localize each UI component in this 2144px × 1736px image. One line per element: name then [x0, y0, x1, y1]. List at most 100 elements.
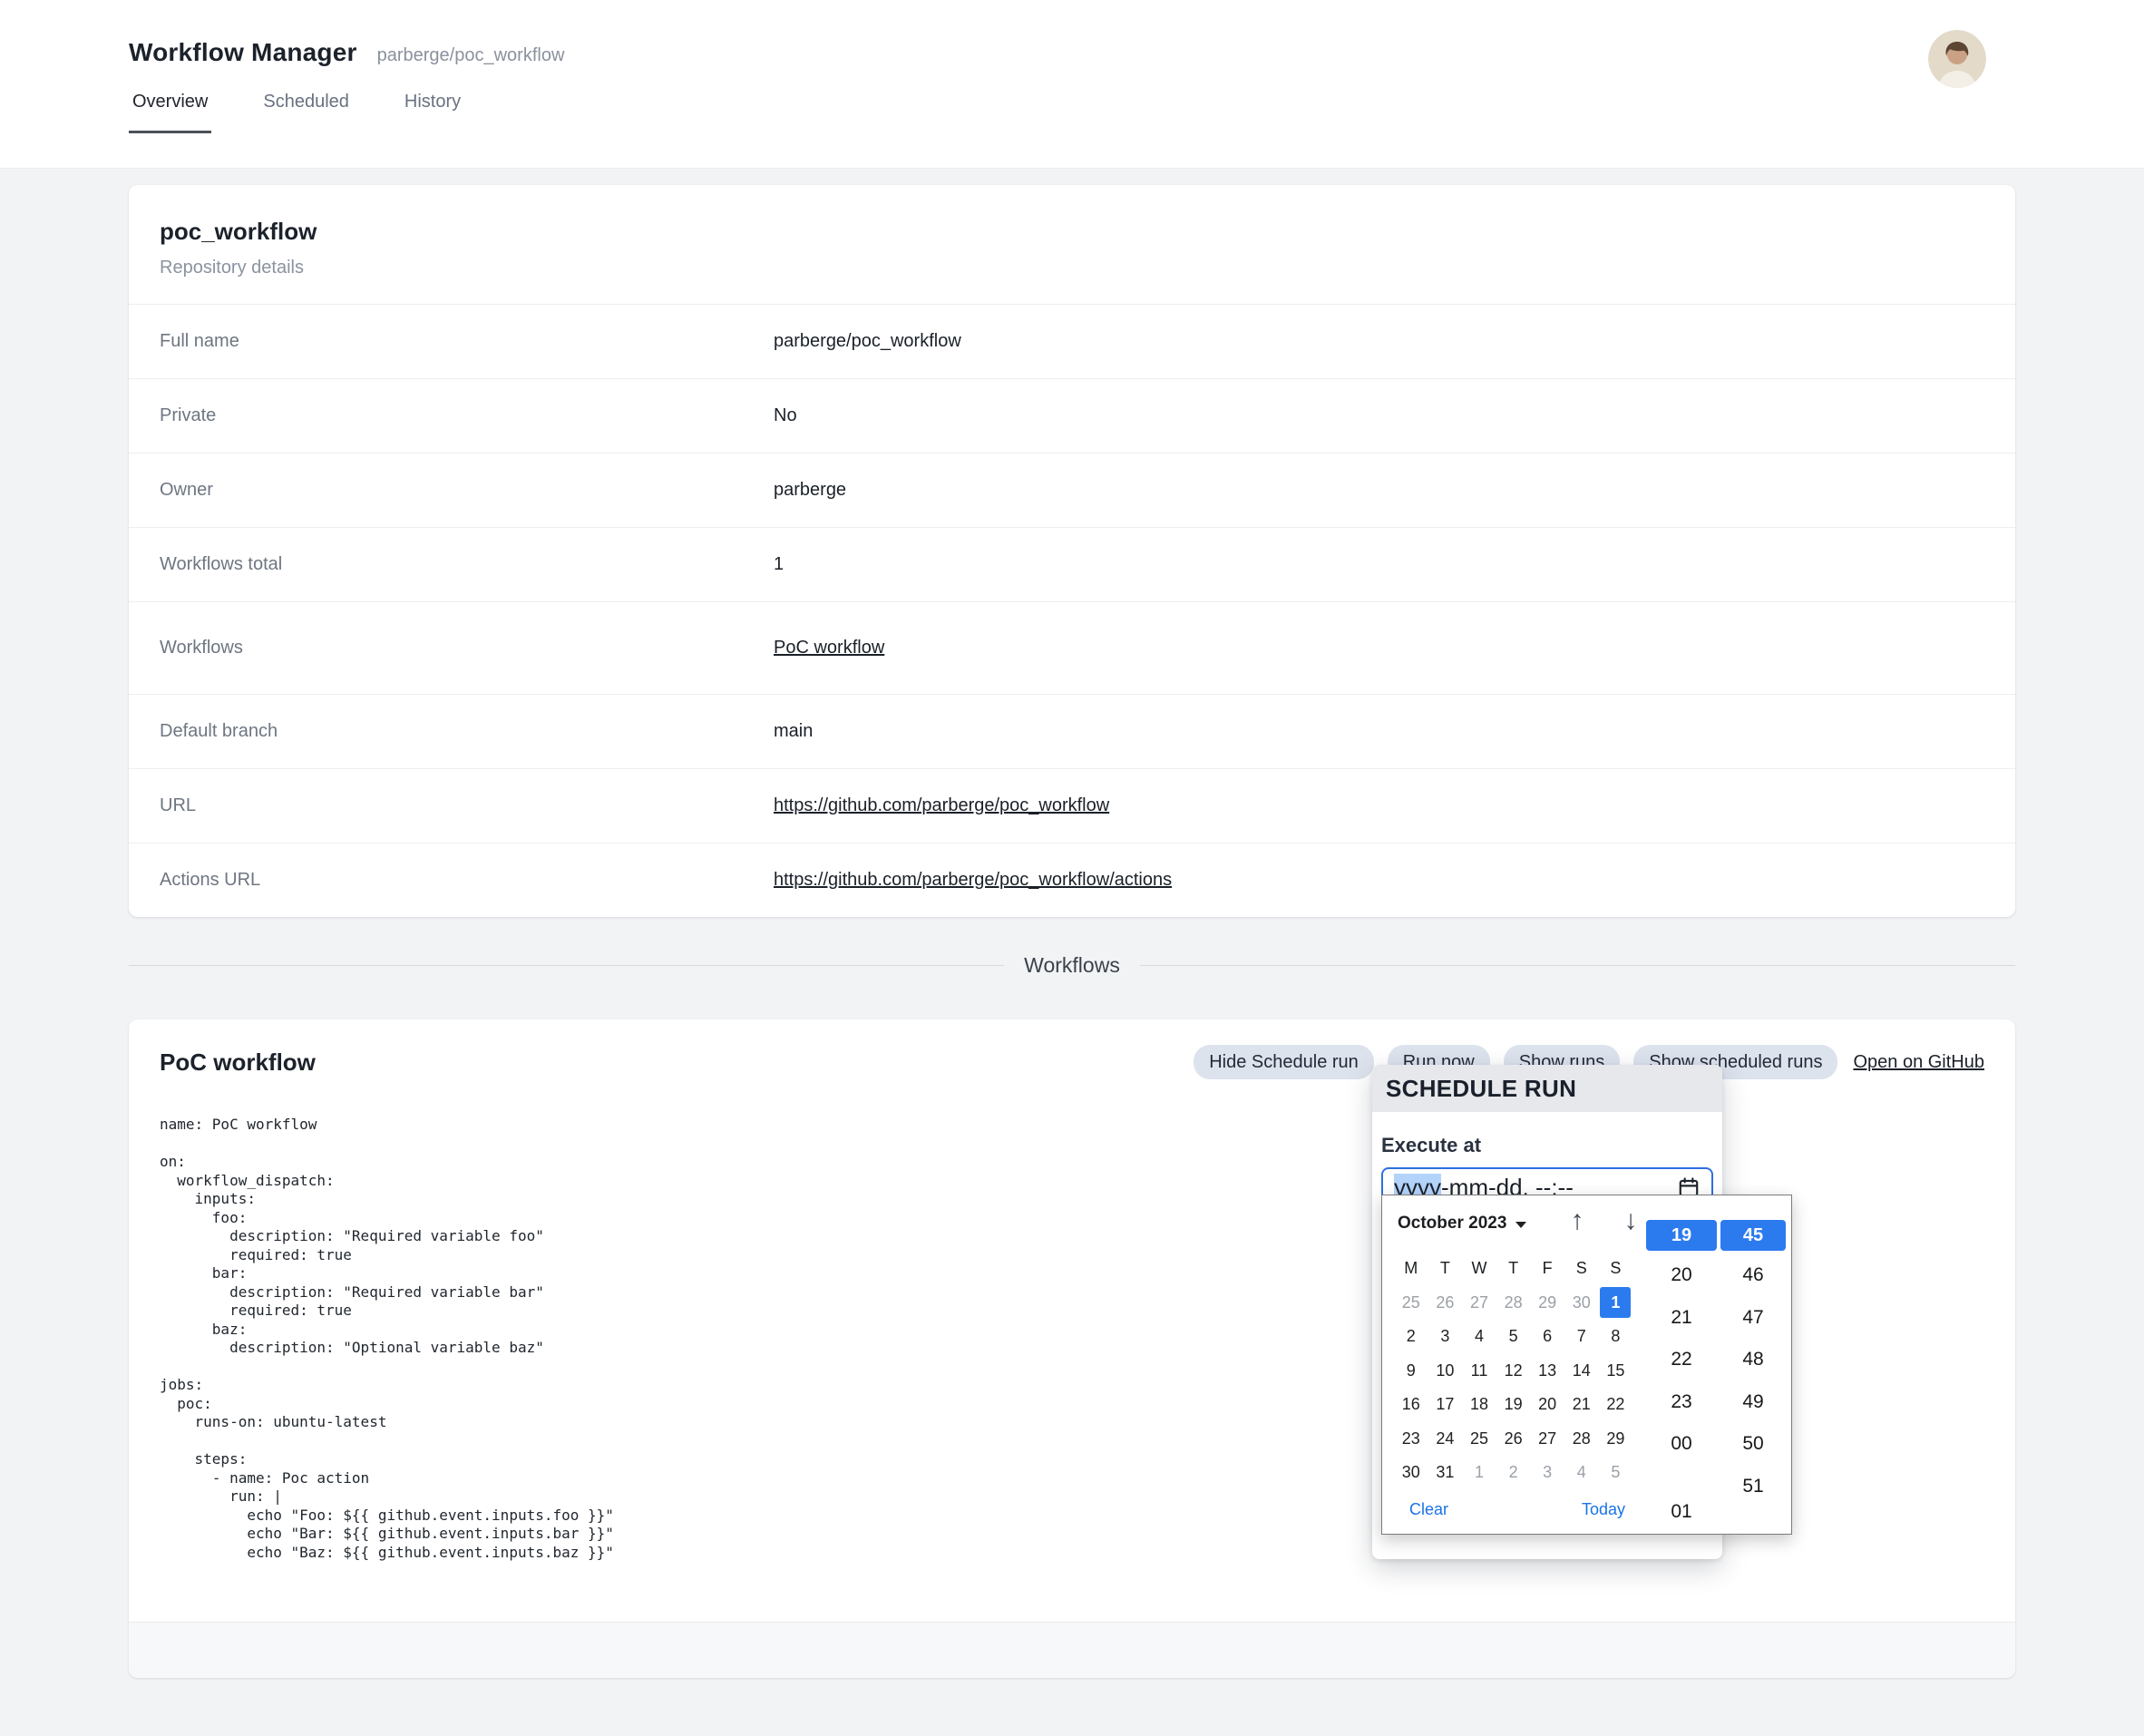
calendar-day[interactable]: 20	[1530, 1388, 1564, 1422]
arrow-up-icon: ↑	[1571, 1205, 1584, 1236]
repo-details-card: poc_workflow Repository details Full nam…	[129, 185, 2015, 917]
calendar-day[interactable]: 3	[1428, 1320, 1463, 1354]
repo-card-title: poc_workflow	[160, 218, 1984, 246]
weekday-label: W	[1462, 1252, 1496, 1286]
row-value-link[interactable]: https://github.com/parberge/poc_workflow	[774, 795, 1109, 815]
calendar-day[interactable]: 27	[1530, 1422, 1564, 1457]
calendar-day[interactable]: 4	[1462, 1320, 1496, 1354]
minute-option[interactable]: 49	[1720, 1381, 1786, 1424]
weekday-label: S	[1564, 1252, 1599, 1286]
hour-option[interactable]: 23	[1646, 1381, 1717, 1424]
minute-option[interactable]: 48	[1720, 1339, 1786, 1381]
calendar-day[interactable]: 9	[1394, 1354, 1428, 1389]
calendar-day[interactable]: 17	[1428, 1388, 1463, 1422]
calendar-day-selected[interactable]: 1	[1599, 1286, 1633, 1321]
calendar-day[interactable]: 28	[1564, 1422, 1599, 1457]
calendar-day[interactable]: 25	[1462, 1422, 1496, 1457]
repo-card-subtitle: Repository details	[160, 258, 1984, 278]
calendar-day[interactable]: 16	[1394, 1388, 1428, 1422]
weekday-label: S	[1599, 1252, 1633, 1286]
calendar-day[interactable]: 5	[1599, 1456, 1633, 1490]
calendar-day[interactable]: 25	[1394, 1286, 1428, 1321]
calendar-day[interactable]: 26	[1496, 1422, 1531, 1457]
calendar-day[interactable]: 11	[1462, 1354, 1496, 1389]
calendar-day[interactable]: 28	[1496, 1286, 1531, 1321]
workflow-title: PoC workflow	[160, 1048, 1180, 1077]
calendar-day[interactable]: 27	[1462, 1286, 1496, 1321]
calendar-day[interactable]: 6	[1530, 1320, 1564, 1354]
row-label: Workflows	[160, 638, 774, 658]
tab-history[interactable]: History	[401, 92, 464, 133]
hour-option[interactable]: 22	[1646, 1339, 1717, 1381]
repo-breadcrumb: parberge/poc_workflow	[377, 45, 565, 66]
repo-details-table: Full nameparberge/poc_workflowPrivateNoO…	[129, 304, 2015, 917]
calendar-day[interactable]: 15	[1599, 1354, 1633, 1389]
hour-list: 192021222300 01	[1646, 1220, 1717, 1533]
hour-option[interactable]: 21	[1646, 1297, 1717, 1340]
calendar-day[interactable]: 14	[1564, 1354, 1599, 1389]
calendar-day[interactable]: 2	[1394, 1320, 1428, 1354]
minute-option-selected[interactable]: 45	[1720, 1220, 1786, 1251]
schedule-run-panel-title: SCHEDULE RUN	[1372, 1065, 1722, 1112]
calendar-week-row: 2345678	[1394, 1320, 1632, 1354]
calendar-day[interactable]: 24	[1428, 1422, 1463, 1457]
calendar-day[interactable]: 2	[1496, 1456, 1531, 1490]
calendar-day[interactable]: 29	[1530, 1286, 1564, 1321]
row-label: Workflows total	[160, 554, 774, 575]
hide-schedule-run-button[interactable]: Hide Schedule run	[1194, 1045, 1374, 1079]
calendar-day[interactable]: 13	[1530, 1354, 1564, 1389]
calendar-day[interactable]: 22	[1599, 1388, 1633, 1422]
calendar-day[interactable]: 5	[1496, 1320, 1531, 1354]
workflow-card-header: PoC workflow Hide Schedule runRun nowSho…	[129, 1019, 2015, 1079]
hour-option[interactable]: 00	[1646, 1423, 1717, 1466]
avatar-image	[1928, 30, 1986, 88]
row-value-link[interactable]: PoC workflow	[774, 638, 884, 658]
hour-option-selected[interactable]: 19	[1646, 1220, 1717, 1251]
weekday-label: M	[1394, 1252, 1428, 1286]
minute-option[interactable]: 51	[1720, 1466, 1786, 1508]
calendar-day[interactable]: 29	[1599, 1422, 1633, 1457]
minute-option[interactable]: 46	[1720, 1254, 1786, 1297]
calendar-day[interactable]: 7	[1564, 1320, 1599, 1354]
calendar-day[interactable]: 8	[1599, 1320, 1633, 1354]
calendar-day[interactable]: 30	[1564, 1286, 1599, 1321]
calendar-day[interactable]: 19	[1496, 1388, 1531, 1422]
row-value: No	[774, 405, 797, 426]
minute-option[interactable]: 50	[1720, 1423, 1786, 1466]
calendar-day[interactable]: 26	[1428, 1286, 1463, 1321]
previous-month-button[interactable]: ↑	[1561, 1201, 1593, 1241]
clear-button[interactable]: Clear	[1409, 1500, 1448, 1519]
minute-option[interactable]: 47	[1720, 1297, 1786, 1340]
calendar-day[interactable]: 3	[1530, 1456, 1564, 1490]
today-button[interactable]: Today	[1582, 1500, 1625, 1519]
open-on-github-link[interactable]: Open on GitHub	[1853, 1052, 1984, 1073]
tabs: Overview Scheduled History	[0, 92, 2144, 133]
next-month-button[interactable]: ↓	[1614, 1201, 1647, 1241]
divider-line	[129, 965, 1004, 966]
row-value: parberge	[774, 480, 846, 501]
page-title: Workflow Manager	[129, 38, 357, 67]
calendar-day[interactable]: 21	[1564, 1388, 1599, 1422]
tab-scheduled[interactable]: Scheduled	[259, 92, 353, 133]
calendar-day[interactable]: 31	[1428, 1456, 1463, 1490]
month-selector[interactable]: October 2023	[1398, 1214, 1526, 1234]
workflows-section-divider: Workflows	[129, 953, 2015, 978]
calendar-day[interactable]: 12	[1496, 1354, 1531, 1389]
calendar-day[interactable]: 1	[1462, 1456, 1496, 1490]
calendar-day[interactable]: 18	[1462, 1388, 1496, 1422]
calendar-day[interactable]: 30	[1394, 1456, 1428, 1490]
calendar-week-row: 2526272829301	[1394, 1286, 1632, 1321]
schedule-run-panel-body: Execute at yyyy-mm-dd, --:--	[1372, 1112, 1722, 1207]
hour-option[interactable]: 20	[1646, 1254, 1717, 1297]
calendar-day[interactable]: 10	[1428, 1354, 1463, 1389]
hour-option[interactable]: 01	[1646, 1491, 1717, 1534]
calendar-day[interactable]: 4	[1564, 1456, 1599, 1490]
row-value-link[interactable]: https://github.com/parberge/poc_workflow…	[774, 870, 1172, 890]
row-value: main	[774, 721, 813, 742]
repo-detail-row: URLhttps://github.com/parberge/poc_workf…	[129, 768, 2015, 843]
repo-detail-row: WorkflowsPoC workflow	[129, 601, 2015, 694]
calendar-day[interactable]: 23	[1394, 1422, 1428, 1457]
avatar[interactable]	[1928, 30, 1986, 88]
tab-overview[interactable]: Overview	[129, 92, 211, 133]
execute-at-label: Execute at	[1381, 1134, 1713, 1157]
